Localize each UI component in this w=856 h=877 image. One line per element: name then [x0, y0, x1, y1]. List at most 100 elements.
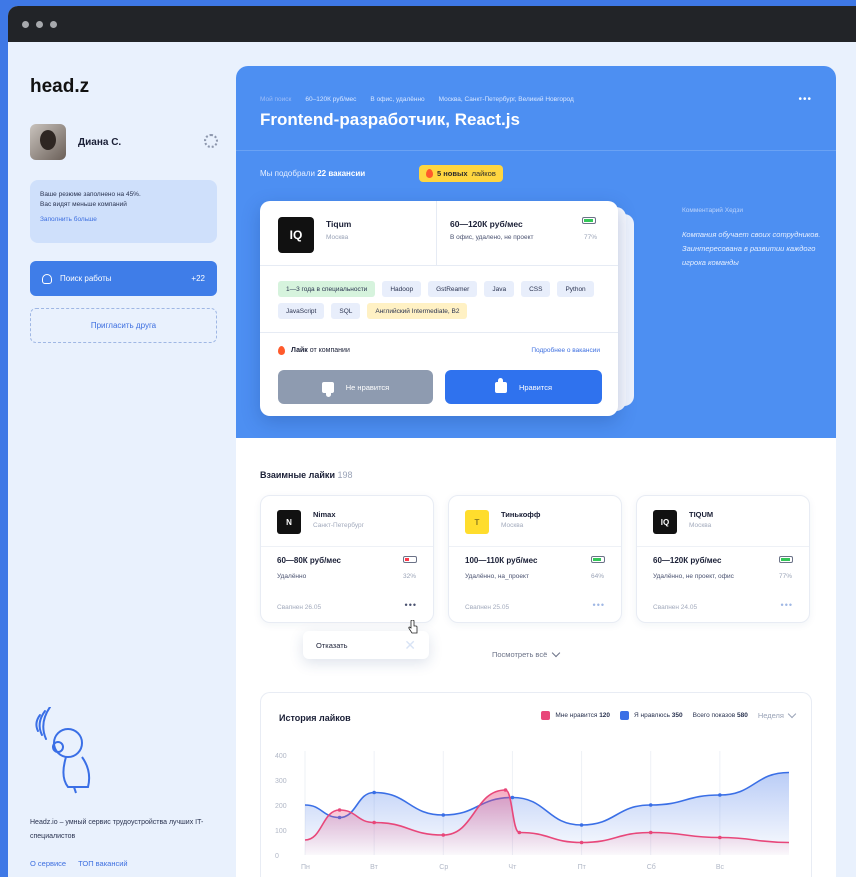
more-options-icon[interactable]: ••• [798, 94, 812, 105]
footer-links: О сервисе ТОП вакансий [30, 859, 128, 868]
refuse-label[interactable]: Отказать [316, 641, 348, 650]
matched-count: 22 вакансии [317, 169, 366, 178]
thumbs-down-icon [321, 381, 334, 393]
window-control-minimize[interactable] [36, 20, 43, 28]
mascot-illustration [35, 707, 91, 794]
see-all-label: Посмотреть всё [492, 650, 548, 659]
new-likes-badge[interactable]: 5 новых лайков [419, 165, 503, 182]
close-icon[interactable]: ✕ [404, 637, 416, 654]
data-point [503, 788, 508, 792]
x-tick-label: Сб [647, 863, 656, 871]
data-point [441, 813, 446, 817]
chart-title: История лайков [279, 713, 351, 723]
legend-label: Я нравлюсь [634, 712, 670, 720]
company-name[interactable]: Tiqum [326, 219, 351, 229]
company-logo: IQ [278, 217, 314, 253]
match-meter-fill [405, 558, 409, 561]
window-control-close[interactable] [22, 20, 29, 28]
data-point [579, 823, 584, 827]
app-logo[interactable]: head.z [30, 76, 89, 98]
resume-progress-card: Ваше резюме заполнено на 45%. Вас видят … [30, 180, 217, 243]
battery-icon [591, 556, 605, 563]
legend-item-liked-me[interactable]: Я нравлюсь 350 [620, 711, 683, 720]
divider [260, 332, 618, 333]
thumbs-up-icon [494, 377, 507, 393]
company-city: Москва [326, 234, 349, 241]
window-control-maximize[interactable] [50, 20, 57, 28]
mutual-like-card[interactable]: Т Тинькофф Москва 100—110К руб/мес Удалё… [448, 495, 622, 623]
mutual-like-card[interactable]: IQ TIQUM Москва 60—120К руб/мес Удалённо… [636, 495, 810, 623]
y-tick-label: 400 [275, 753, 287, 760]
data-point [441, 833, 446, 837]
new-likes-count: 5 новых [437, 169, 468, 178]
data-point [648, 803, 653, 807]
company-city: Санкт-Петербург [313, 522, 364, 529]
x-tick-label: Вс [716, 864, 725, 871]
breadcrumb-item[interactable]: Москва, Санкт-Петербург, Великий Новгоро… [439, 96, 574, 103]
data-point [718, 793, 722, 797]
more-options-icon[interactable]: ••• [593, 600, 605, 610]
matched-prefix: Мы подобрали [260, 169, 315, 178]
match-percent: 64% [591, 573, 605, 580]
work-format: Удалённо, не проект, офис [653, 573, 734, 580]
top-vacancies-link[interactable]: ТОП вакансий [78, 859, 128, 868]
breadcrumb-item[interactable]: 60–120К руб/мес [305, 96, 356, 103]
chevron-down-icon [787, 709, 797, 719]
swipe-date: Свапнен 24.05 [653, 604, 698, 611]
skill-tag: GstReamer [428, 281, 478, 297]
breadcrumb: Мой поиск 60–120К руб/мес В офис, удалён… [260, 96, 574, 103]
skill-tag: 1—3 года в специальности [278, 281, 376, 297]
like-button[interactable]: Нравится [445, 370, 602, 404]
likes-history-chart: 400 300 200 100 0 Пн Вт Ср Чт Пт Сб Вс [275, 751, 790, 871]
new-likes-suffix: лайков [471, 169, 496, 178]
company-name: Тинькофф [501, 510, 541, 519]
chart-legend: Мне нравится 120 Я нравлюсь 350 Всего по… [541, 709, 797, 720]
footer-description: Headz.io – умный сервис трудоустройства … [30, 819, 204, 840]
vacancy-details-link[interactable]: Подробнее о вакансии [531, 347, 600, 354]
matched-summary: Мы подобрали 22 вакансии [260, 169, 365, 178]
skill-tag: Python [557, 281, 594, 297]
legend-label: Всего показов [692, 712, 736, 719]
company-logo: N [277, 510, 301, 534]
data-point [372, 790, 376, 795]
skill-tag: Английский Intermediate, B2 [367, 303, 468, 319]
about-service-link[interactable]: О сервисе [30, 859, 66, 868]
match-percent: 32% [403, 573, 417, 580]
battery-icon [582, 217, 596, 224]
divider [449, 546, 621, 547]
page-title: Frontend-разработчик, React.js [260, 110, 520, 129]
divider [261, 546, 433, 547]
legend-value: 120 [599, 712, 611, 720]
invite-friend-button[interactable]: Пригласить друга [30, 308, 217, 343]
divider [637, 546, 809, 547]
see-all-button[interactable]: Посмотреть всё [492, 648, 561, 659]
data-point [337, 808, 342, 812]
company-logo: IQ [653, 510, 677, 534]
company-city: Москва [501, 522, 524, 529]
data-point [372, 820, 376, 825]
refuse-popover[interactable]: Отказать ✕ [303, 631, 429, 659]
legend-item-i-like[interactable]: Мне нравится 120 [541, 711, 610, 720]
data-point [517, 830, 522, 835]
period-select[interactable]: Неделя [758, 709, 797, 720]
gear-icon[interactable] [204, 134, 218, 148]
more-options-icon[interactable]: ••• [405, 600, 417, 610]
resume-status-text: Ваше резюме заполнено на 45%. [40, 191, 141, 198]
more-options-icon[interactable]: ••• [781, 600, 793, 610]
breadcrumb-item[interactable]: В офис, удалённо [370, 96, 424, 103]
mutual-likes-title: Взаимные лайки 198 [260, 470, 353, 480]
skill-tag: Java [484, 281, 515, 297]
company-name: Nimax [313, 510, 336, 519]
breadcrumb-item[interactable]: Мой поиск [260, 96, 291, 103]
skill-tag: JavaScript [278, 303, 325, 319]
flame-icon [426, 169, 433, 178]
salary: 100—110К руб/мес [465, 556, 538, 565]
job-search-button[interactable]: Поиск работы +22 [30, 261, 217, 296]
user-profile[interactable]: Диана С. [30, 122, 218, 162]
work-format: Удалённо, на_проект [465, 573, 529, 580]
chevron-down-icon [552, 648, 561, 658]
main-content: Взаимные лайки 198 N Nimax Санкт-Петербу… [236, 438, 836, 877]
dislike-button[interactable]: Не нравится [278, 370, 433, 404]
fill-resume-link[interactable]: Заполнить больше [40, 216, 207, 223]
mutual-like-card[interactable]: N Nimax Санкт-Петербург 60—80К руб/мес У… [260, 495, 434, 623]
